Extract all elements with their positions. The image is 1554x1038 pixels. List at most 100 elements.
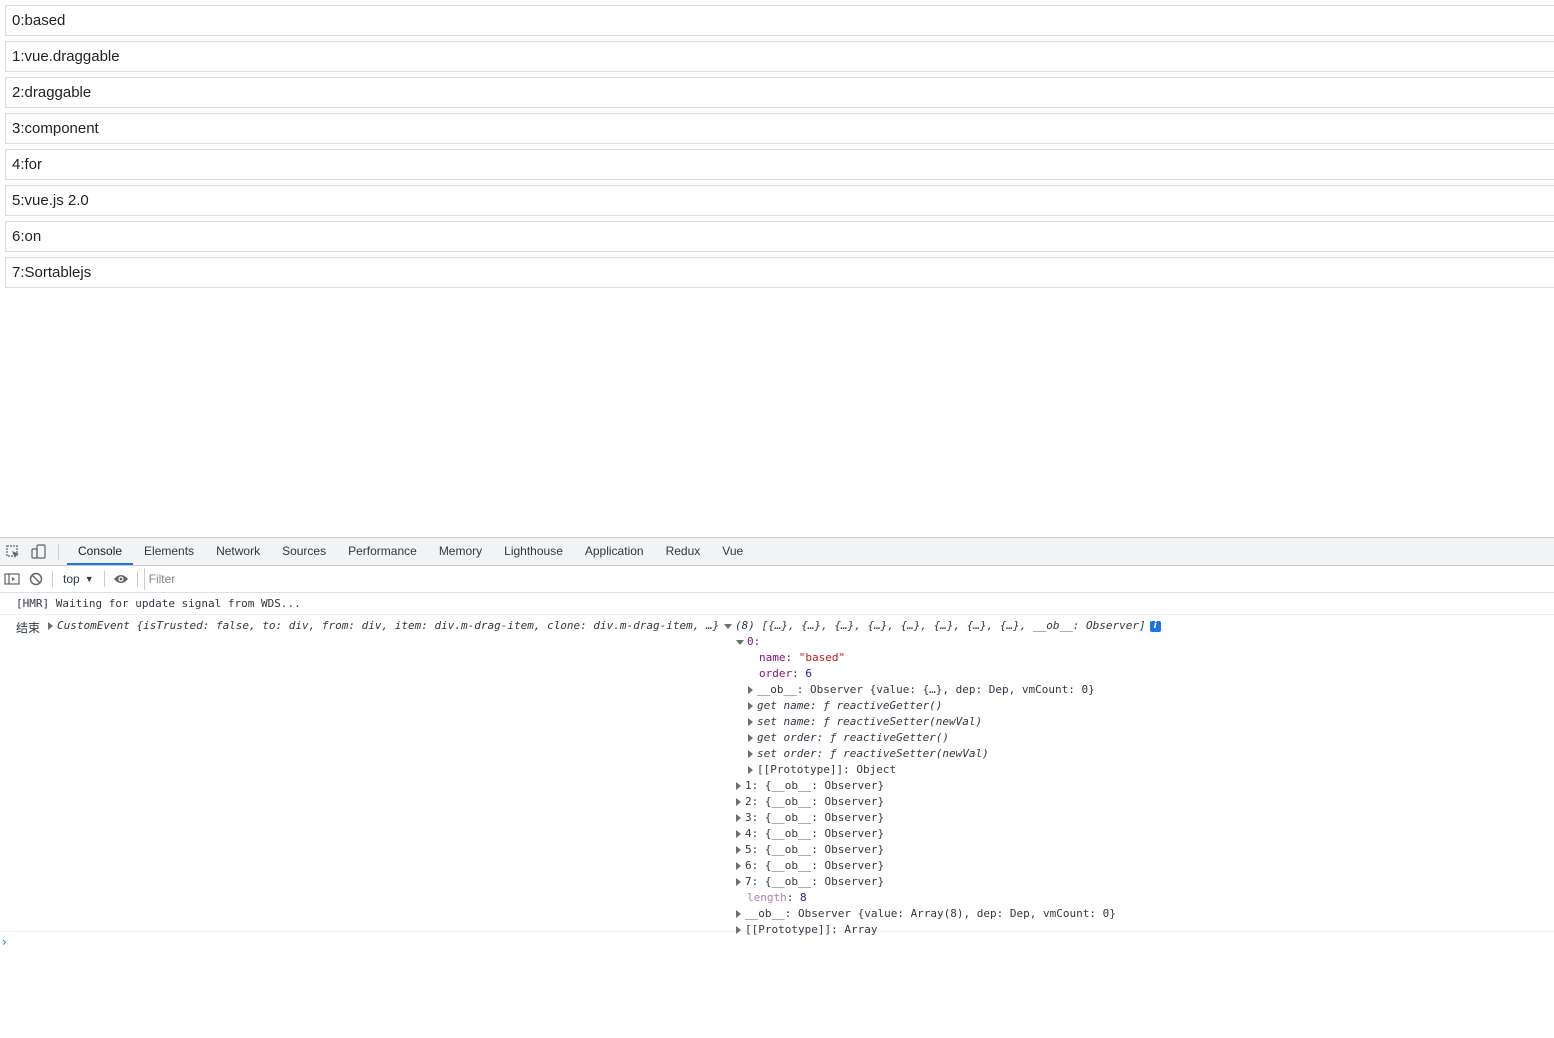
expand-triangle-icon	[736, 830, 741, 838]
drag-item[interactable]: 7:Sortablejs	[5, 257, 1554, 288]
devtools-tabbar: Console Elements Network Sources Perform…	[0, 538, 1554, 566]
tab-console[interactable]: Console	[67, 538, 134, 565]
prop-value: "based"	[798, 651, 846, 664]
tree-node-0[interactable]: 0:	[736, 635, 760, 648]
expand-triangle-icon	[48, 622, 53, 630]
expand-triangle-icon	[736, 798, 741, 806]
collapse-triangle-icon	[724, 623, 732, 629]
toolbar-separator	[103, 571, 105, 587]
tree-node-2[interactable]: 2: {__ob__: Observer}	[736, 795, 884, 808]
console-message-text: [HMR] Waiting for update signal from WDS…	[16, 597, 301, 610]
tab-vue[interactable]: Vue	[711, 538, 754, 565]
tab-network[interactable]: Network	[205, 538, 271, 565]
drag-item[interactable]: 4:for	[5, 149, 1554, 180]
tree-node-3[interactable]: 3: {__ob__: Observer}	[736, 811, 884, 824]
tab-lighthouse[interactable]: Lighthouse	[493, 538, 574, 565]
tree-text: 6: {__ob__: Observer}	[745, 859, 885, 872]
tree-node-proto[interactable]: [[Prototype]]: Object	[748, 763, 896, 776]
drag-item-label: 4:for	[12, 156, 43, 173]
expand-triangle-icon	[748, 702, 753, 710]
tree-node-set-order[interactable]: set order: ƒ reactiveSetter(newVal)	[748, 747, 989, 760]
collapse-triangle-icon	[736, 639, 744, 645]
tree-text: get name: ƒ reactiveGetter()	[757, 699, 943, 712]
tree-text: __ob__: Observer {value: Array(8), dep: …	[745, 907, 1116, 920]
expand-triangle-icon	[736, 878, 741, 886]
tree-node-set-name[interactable]: set name: ƒ reactiveSetter(newVal)	[748, 715, 982, 728]
array-object[interactable]: (8) [{…}, {…}, {…}, {…}, {…}, {…}, {…}, …	[724, 619, 1161, 632]
drag-item-label: 0:based	[12, 12, 66, 29]
devtools-panel: Console Elements Network Sources Perform…	[0, 537, 1554, 1038]
context-select-value: top	[63, 572, 80, 586]
prop-key: length	[747, 891, 787, 904]
tab-redux[interactable]: Redux	[655, 538, 712, 565]
tree-text: __ob__: Observer {value: {…}, dep: Dep, …	[757, 683, 1095, 696]
context-select[interactable]: top ▼	[57, 572, 100, 586]
drag-item-label: 2:draggable	[12, 84, 92, 101]
drag-item-label: 7:Sortablejs	[12, 264, 92, 281]
tree-text: 5: {__ob__: Observer}	[745, 843, 885, 856]
tree-node-7[interactable]: 7: {__ob__: Observer}	[736, 875, 884, 888]
device-toolbar-icon[interactable]	[26, 538, 52, 565]
expand-triangle-icon	[736, 910, 741, 918]
console-message: [HMR] Waiting for update signal from WDS…	[0, 593, 1554, 615]
drag-item[interactable]: 2:draggable	[5, 77, 1554, 108]
expand-triangle-icon	[748, 750, 753, 758]
tab-memory[interactable]: Memory	[428, 538, 493, 565]
console-toolbar: top ▼	[0, 566, 1554, 593]
tab-elements[interactable]: Elements	[133, 538, 205, 565]
tree-node-ob[interactable]: __ob__: Observer {value: {…}, dep: Dep, …	[748, 683, 1095, 696]
expand-triangle-icon	[748, 718, 753, 726]
tab-application[interactable]: Application	[574, 538, 655, 565]
filter-input[interactable]	[143, 568, 1533, 590]
expand-triangle-icon	[736, 846, 741, 854]
drag-item[interactable]: 0:based	[5, 5, 1554, 36]
chevron-down-icon: ▼	[84, 574, 94, 584]
tree-text: set order: ƒ reactiveSetter(newVal)	[757, 747, 989, 760]
drag-list: 0:based 1:vue.draggable 2:draggable 3:co…	[5, 5, 1554, 293]
tab-performance[interactable]: Performance	[337, 538, 428, 565]
prop-value: 8	[800, 891, 807, 904]
sidebar-toggle-icon[interactable]	[0, 566, 24, 592]
drag-item[interactable]: 5:vue.js 2.0	[5, 185, 1554, 216]
tree-node-get-order[interactable]: get order: ƒ reactiveGetter()	[748, 731, 949, 744]
console-prompt[interactable]: ›	[0, 934, 1554, 954]
tree-node-5[interactable]: 5: {__ob__: Observer}	[736, 843, 884, 856]
tab-separator	[58, 544, 59, 560]
toolbar-separator	[136, 571, 138, 587]
expand-triangle-icon	[748, 686, 753, 694]
tab-sources[interactable]: Sources	[271, 538, 337, 565]
toolbar-separator	[52, 571, 53, 587]
tree-text: [[Prototype]]: Object	[757, 763, 897, 776]
prop-key: order	[759, 667, 793, 680]
tree-node-6[interactable]: 6: {__ob__: Observer}	[736, 859, 884, 872]
eye-icon[interactable]	[109, 566, 133, 592]
drag-item-label: 5:vue.js 2.0	[12, 192, 89, 209]
drag-item-label: 1:vue.draggable	[12, 48, 120, 65]
prop-value: 6	[805, 667, 812, 680]
info-icon[interactable]: i	[1149, 620, 1161, 632]
prop-key: name	[759, 651, 786, 664]
tree-text: 4: {__ob__: Observer}	[745, 827, 885, 840]
tree-text: 2: {__ob__: Observer}	[745, 795, 885, 808]
event-object[interactable]: CustomEvent {isTrusted: false, to: div, …	[48, 619, 719, 632]
tree-text: get order: ƒ reactiveGetter()	[757, 731, 950, 744]
drag-item[interactable]: 1:vue.draggable	[5, 41, 1554, 72]
drag-item-label: 6:on	[12, 228, 42, 245]
clear-console-icon[interactable]	[24, 566, 48, 592]
expand-triangle-icon	[736, 782, 741, 790]
drag-item[interactable]: 6:on	[5, 221, 1554, 252]
drag-item[interactable]: 3:component	[5, 113, 1554, 144]
tree-node-4[interactable]: 4: {__ob__: Observer}	[736, 827, 884, 840]
tree-node-array-ob[interactable]: __ob__: Observer {value: Array(8), dep: …	[736, 907, 1116, 920]
tree-key: 0:	[747, 635, 761, 648]
tree-node-get-name[interactable]: get name: ƒ reactiveGetter()	[748, 699, 942, 712]
inspect-element-icon[interactable]	[0, 538, 26, 565]
prompt-chevron-icon: ›	[2, 935, 7, 949]
expand-triangle-icon	[736, 926, 741, 934]
console-message: 结束 CustomEvent {isTrusted: false, to: di…	[0, 615, 1554, 936]
tree-node-1[interactable]: 1: {__ob__: Observer}	[736, 779, 884, 792]
event-summary: CustomEvent {isTrusted: false, to: div, …	[57, 619, 720, 632]
tree-text: 1: {__ob__: Observer}	[745, 779, 885, 792]
expand-triangle-icon	[736, 862, 741, 870]
expand-triangle-icon	[736, 814, 741, 822]
